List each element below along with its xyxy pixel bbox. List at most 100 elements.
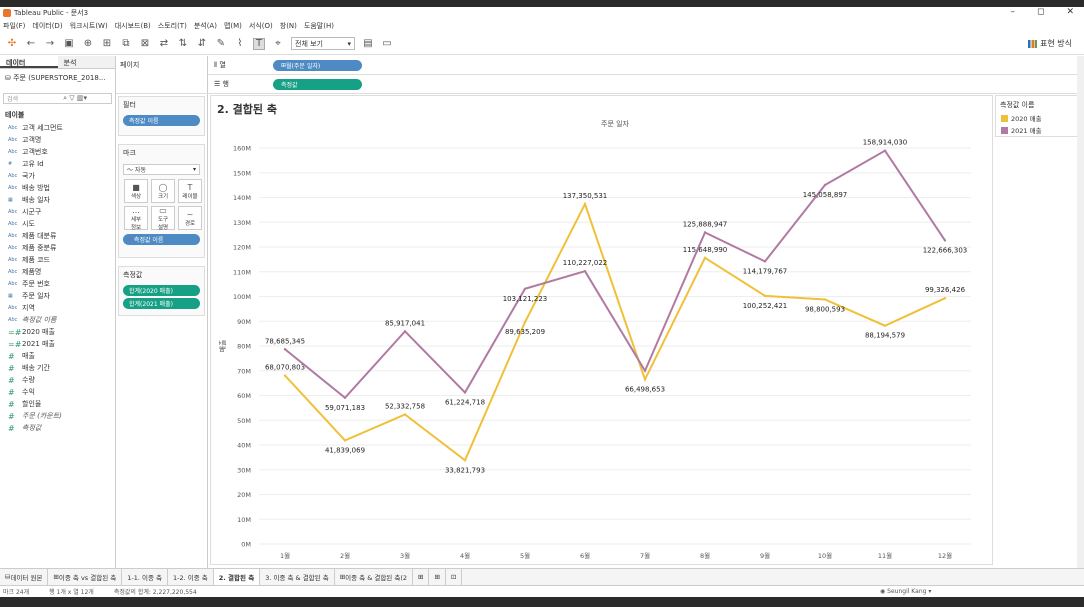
sort-desc-icon[interactable]: ⇵ [196,38,208,50]
field-item[interactable]: Abc 측정값 이름 [0,314,115,326]
field-item[interactable]: # 배송 기간 [0,362,115,374]
field-item[interactable]: Abc 배송 방법 [0,182,115,194]
field-type-icon: Abc [8,149,18,155]
path-button[interactable]: ~ 경로 [178,206,202,230]
tab-1-2[interactable]: 1-2. 이중 축 [168,568,214,586]
user-menu[interactable]: ◉ Seungil Kang ▾ [880,588,931,595]
menu-story[interactable]: 스토리(T) [158,21,187,31]
menu-map[interactable]: 맵(M) [224,21,242,31]
menu-window[interactable]: 창(N) [280,21,297,31]
window-title: Tableau Public - 문서3 [14,9,89,17]
group-icon[interactable]: ⌇ [234,38,246,50]
fix-axes-icon[interactable]: ⌖ [272,38,284,50]
tab-2-combined[interactable]: 2. 결합된 축 [213,568,261,586]
field-item[interactable]: =# 2021 매출 [0,338,115,350]
vertical-scrollbar[interactable] [1077,56,1084,568]
menu-dashboard[interactable]: 대시보드(B) [115,21,151,31]
field-item[interactable]: Abc 고객명 [0,134,115,146]
measure-pill-2021[interactable]: 합계(2021 매출) [123,298,200,309]
detail-button[interactable]: … 세부 정보 [124,206,148,231]
field-item[interactable]: Abc 제품 대분류 [0,230,115,242]
columns-pill-month[interactable]: ⊞ 월(주문 일자) [273,59,362,71]
field-item[interactable]: Abc 고객번호 [0,146,115,158]
measure-pill-2020[interactable]: 합계(2020 매출) [123,285,200,296]
data-point [763,294,767,298]
legend-item-2020[interactable]: 2020 매출 [996,112,1083,124]
field-item[interactable]: # 수량 [0,374,115,386]
field-item[interactable]: ▦ 배송 일자 [0,194,115,206]
new-worksheet-tab-icon[interactable]: ⊞ [413,568,430,586]
tab-dual-combined-2[interactable]: ⊞ 이중 축 & 결합된 축(2 [335,568,414,586]
new-dashboard-tab-icon[interactable]: ⊞ [429,568,446,586]
menu-worksheet[interactable]: 워크시트(W) [70,21,108,31]
close-icon[interactable]: ✕ [1066,7,1074,17]
new-worksheet-icon[interactable]: ⊞ [101,38,113,50]
field-item[interactable]: Abc 시군구 [0,206,115,218]
maximize-icon[interactable]: ◻ [1037,7,1044,17]
field-item[interactable]: =# 2020 매출 [0,326,115,338]
data-label: 158,914,030 [863,139,908,147]
mark-type-select[interactable]: 〜 자동 ▾ [123,164,200,175]
menu-analysis[interactable]: 분석(A) [194,21,217,31]
field-item[interactable]: # 주문 (카운트) [0,410,115,422]
field-item[interactable]: Abc 제품 코드 [0,254,115,266]
field-search-input[interactable]: 검색 ⌕ ▽ ▥▾ [3,93,112,104]
field-item[interactable]: # 고유 Id [0,158,115,170]
undo-icon[interactable]: ← [25,38,37,50]
tab-datasource[interactable]: ⛁ 데이터 원본 [0,568,49,586]
sort-asc-icon[interactable]: ⇅ [177,38,189,50]
tab-dual-vs-combined[interactable]: ⊞ 이중 축 vs 결합된 축 [48,568,123,586]
field-item[interactable]: # 매출 [0,350,115,362]
search-icon[interactable]: ⌕ ▽ ▥▾ [63,94,87,103]
tableau-home-icon[interactable]: ✣ [6,38,18,50]
size-button[interactable]: ◯ 크기 [151,179,175,203]
field-item[interactable]: ▦ 주문 일자 [0,290,115,302]
field-item[interactable]: Abc 주문 번호 [0,278,115,290]
datasource-item[interactable]: ⛁ 주문 (SUPERSTORE_2018... [0,69,115,87]
field-type-icon: Abc [8,257,18,263]
color-button[interactable]: ■ 색상 [124,179,148,203]
menu-file[interactable]: 파일(F) [3,21,25,31]
tab-data[interactable]: 데이터 [0,56,58,68]
tooltip-button[interactable]: ▭ 도구 설명 [151,206,175,231]
rows-pill-measure-values[interactable]: 측정값 [273,78,362,90]
field-item[interactable]: Abc 제품 중분류 [0,242,115,254]
field-item[interactable]: Abc 제품명 [0,266,115,278]
tab-1-1[interactable]: 1-1. 이중 축 [122,568,168,586]
filter-pill-measure-names[interactable]: 측정값 이름 [123,115,200,126]
line-chart[interactable]: 주문 일자 0M 10M 20M 30M 40M 50M 60M 70M 80M 90M 100M 11… [211,96,994,566]
clear-icon[interactable]: ⊠ [139,38,151,50]
menu-help[interactable]: 도움말(H) [304,21,334,31]
new-story-tab-icon[interactable]: ⊡ [446,568,463,586]
new-datasource-icon[interactable]: ⊕ [82,38,94,50]
menu-format[interactable]: 서식(O) [249,21,273,31]
labels-icon[interactable]: T [253,37,265,50]
field-item[interactable]: # 할인율 [0,398,115,410]
menu-data[interactable]: 데이터(D) [32,21,62,31]
field-item[interactable]: Abc 시도 [0,218,115,230]
label-button[interactable]: T 레이블 [178,179,202,203]
minimize-icon[interactable]: – [1010,7,1015,17]
duplicate-icon[interactable]: ⧉ [120,38,132,50]
tab-analysis[interactable]: 분석 [57,56,115,68]
field-name: 주문 번호 [22,280,50,288]
field-item[interactable]: Abc 지역 [0,302,115,314]
show-cards-icon[interactable]: ▤ [362,38,374,50]
tab-3[interactable]: 3. 이중 축 & 결합된 축 [260,568,335,586]
highlight-icon[interactable]: ✎ [215,38,227,50]
fit-select[interactable]: 전체 보기 ▾ [291,37,355,50]
swap-icon[interactable]: ⇄ [158,38,170,50]
presentation-icon[interactable]: ▭ [381,38,393,50]
field-name: 수익 [22,388,35,396]
color-pill-measure-names[interactable]: ⁞ 측정값 이름 [123,234,200,245]
field-item[interactable]: Abc 국가 [0,170,115,182]
field-item[interactable]: # 수익 [0,386,115,398]
save-icon[interactable]: ▣ [63,38,75,50]
field-item[interactable]: # 측정값 [0,422,115,434]
field-type-icon: ▦ [8,293,13,299]
size-icon: ◯ [158,182,168,192]
show-me-button[interactable]: 표현 방식 [1028,38,1072,49]
legend-item-2021[interactable]: 2021 매출 [996,124,1083,136]
field-item[interactable]: Abc 고객 세그먼트 [0,122,115,134]
redo-icon[interactable]: → [44,38,56,50]
